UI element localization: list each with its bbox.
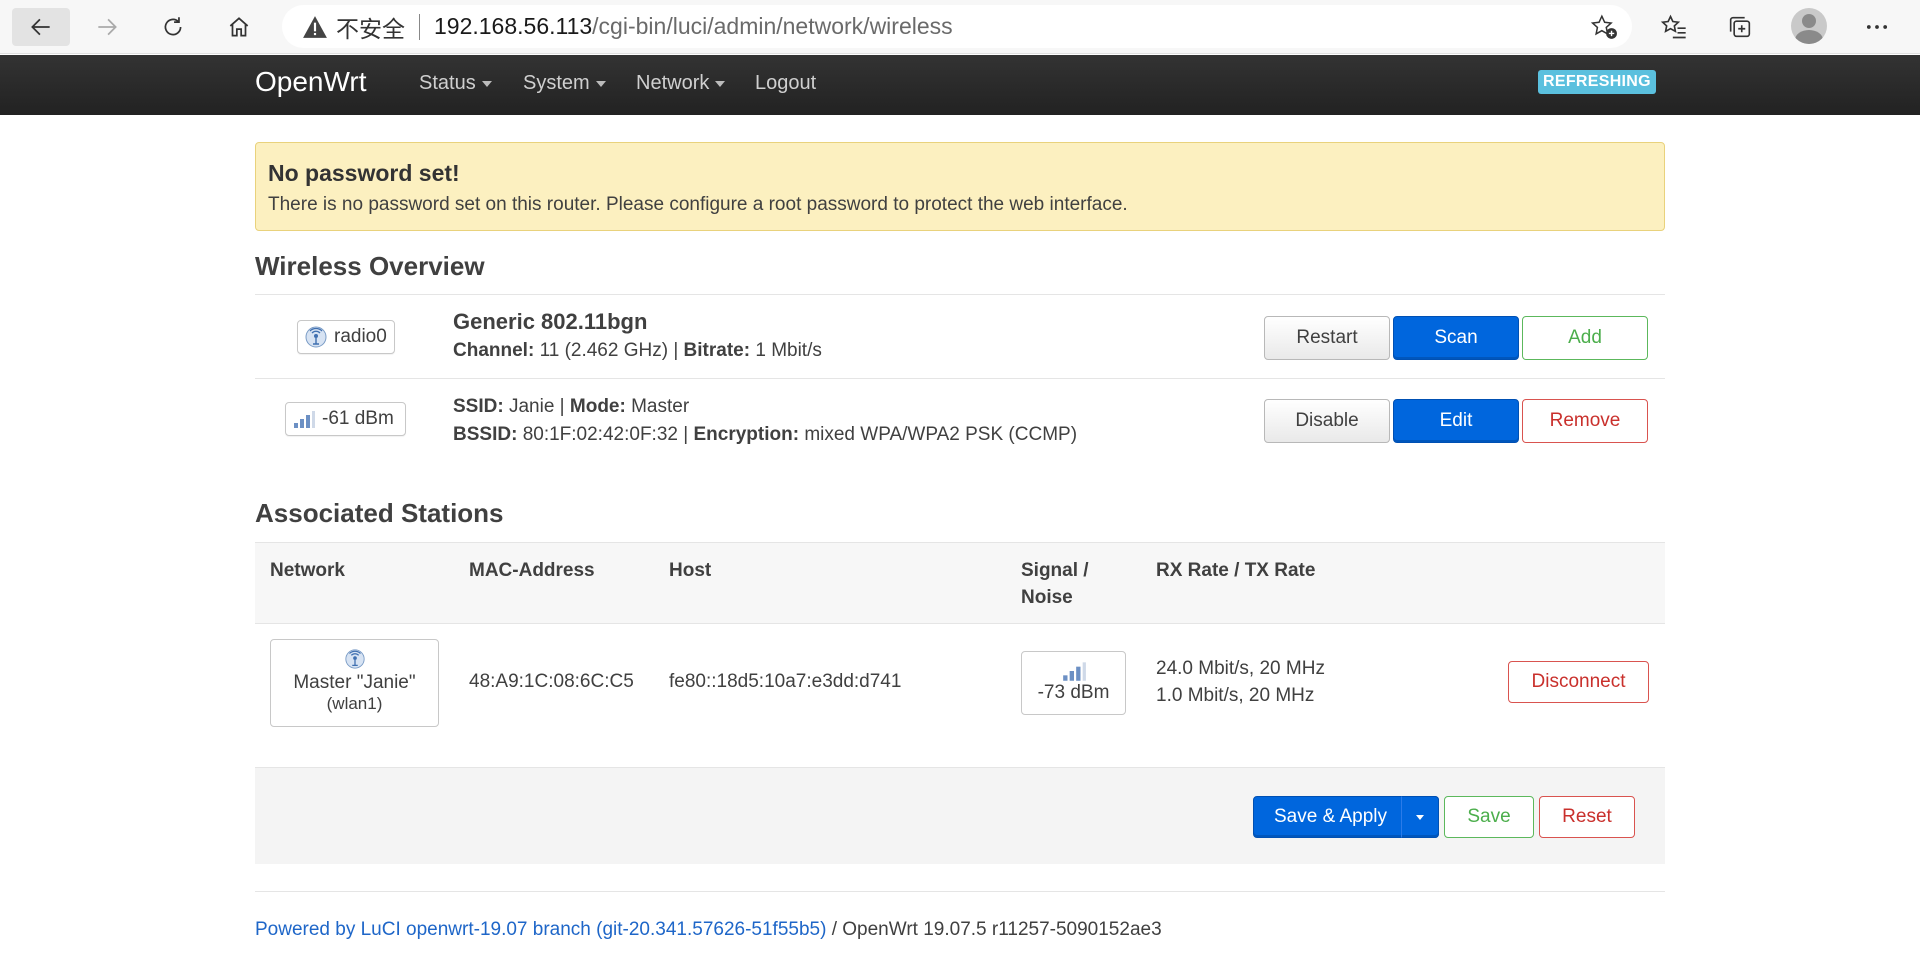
add-button[interactable]: Add [1522, 316, 1648, 360]
station-interface: (wlan1) [326, 694, 383, 713]
caret-down-icon [715, 80, 726, 87]
brand-logo[interactable]: OpenWrt [255, 66, 367, 98]
column-network: Network [270, 560, 345, 581]
forward-button[interactable] [78, 8, 136, 46]
wifi-radio-icon [344, 649, 365, 669]
ssid-line: SSID: Janie | Mode: Master [453, 396, 690, 417]
mode-value: Master [631, 396, 690, 417]
menu-network[interactable]: Network [636, 72, 726, 95]
station-signal-label: -73 dBm [1037, 682, 1110, 703]
station-signal-badge: -73 dBm [1021, 651, 1126, 715]
insecure-label: 不安全 [336, 15, 405, 42]
station-host: fe80::18d5:10a7:e3dd:d741 [669, 671, 902, 692]
menu-status[interactable]: Status [419, 72, 492, 95]
caret-down-icon [1416, 814, 1424, 820]
reset-button[interactable]: Reset [1539, 796, 1635, 838]
radio-channel-line: Channel: 11 (2.462 GHz) | Bitrate: 1 Mbi… [453, 340, 822, 361]
column-rx-tx-rate: RX Rate / TX Rate [1156, 560, 1316, 581]
bssid-value: 80:1F:02:42:0F:32 [522, 424, 678, 445]
network-signal-badge: -61 dBm [285, 402, 406, 436]
remove-button[interactable]: Remove [1522, 399, 1648, 443]
save-apply-dropdown[interactable] [1401, 796, 1439, 838]
top-navbar: OpenWrt Status System Network Logout REF… [0, 55, 1920, 115]
wifi-radio-icon [305, 326, 327, 348]
bssid-line: BSSID: 80:1F:02:42:0F:32 | Encryption: m… [453, 424, 1078, 445]
ssid-value: Janie [508, 396, 555, 417]
form-actions-bar: Save & Apply Save Reset [255, 767, 1665, 864]
caret-down-icon [481, 80, 492, 87]
reload-button[interactable] [144, 8, 202, 46]
channel-value: 11 (2.462 GHz) [539, 340, 669, 361]
divider [255, 891, 1665, 892]
address-separator [419, 13, 420, 40]
address-bar[interactable]: 不安全 192.168.56.113/cgi-bin/luci/admin/ne… [282, 5, 1632, 48]
favorites-icon[interactable] [1659, 12, 1689, 42]
more-menu-icon[interactable] [1862, 12, 1892, 42]
scan-button[interactable]: Scan [1393, 316, 1519, 360]
station-network-name: Master "Janie" [293, 672, 416, 693]
home-button[interactable] [210, 8, 268, 46]
signal-strength-icon [1062, 662, 1086, 681]
column-signal-noise: Signal / Noise [1021, 560, 1089, 608]
luci-link[interactable]: Powered by LuCI openwrt-19.07 branch (gi… [255, 919, 826, 940]
profile-avatar[interactable] [1791, 8, 1827, 44]
url-host: 192.168.56.113 [434, 13, 593, 39]
bitrate-label: Bitrate: [683, 340, 751, 361]
refreshing-badge[interactable]: REFRESHING [1538, 70, 1656, 94]
bitrate-value: 1 Mbit/s [755, 340, 822, 361]
collections-icon[interactable] [1725, 12, 1755, 42]
associated-stations-title: Associated Stations [255, 498, 504, 528]
disconnect-button[interactable]: Disconnect [1508, 661, 1649, 703]
browser-toolbar: 不安全 192.168.56.113/cgi-bin/luci/admin/ne… [0, 0, 1920, 54]
divider [255, 378, 1665, 379]
back-button[interactable] [12, 8, 70, 46]
no-password-alert: No password set! There is no password se… [255, 142, 1665, 231]
radio-badge: radio0 [297, 320, 395, 354]
back-arrow-icon [31, 18, 50, 36]
menu-logout[interactable]: Logout [755, 72, 816, 95]
stations-table-header: Network MAC-Address Host Signal / Noise … [255, 542, 1665, 624]
save-apply-label: Save & Apply [1274, 806, 1388, 827]
save-button[interactable]: Save [1444, 796, 1534, 838]
caret-down-icon [595, 80, 606, 87]
menu-system-label: System [523, 72, 590, 94]
home-icon [229, 17, 249, 37]
column-host: Host [669, 560, 712, 581]
column-mac-address: MAC-Address [469, 560, 595, 581]
mode-label: Mode: [569, 396, 626, 417]
disable-button[interactable]: Disable [1264, 399, 1390, 443]
bssid-label: BSSID: [453, 424, 518, 445]
menu-system[interactable]: System [523, 72, 606, 95]
footer: Powered by LuCI openwrt-19.07 branch (gi… [255, 919, 1162, 941]
menu-network-label: Network [636, 72, 710, 94]
restart-button[interactable]: Restart [1264, 316, 1390, 360]
menu-status-label: Status [419, 72, 476, 94]
signal-strength-icon [294, 411, 315, 428]
channel-label: Channel: [453, 340, 535, 361]
network-signal-label: -61 dBm [322, 408, 394, 429]
ssid-label: SSID: [453, 396, 504, 417]
encryption-label: Encryption: [693, 424, 800, 445]
radio-badge-label: radio0 [334, 326, 387, 347]
warning-triangle-icon [303, 15, 327, 38]
reload-icon [164, 17, 182, 36]
edit-button[interactable]: Edit [1393, 399, 1519, 443]
encryption-value: mixed WPA/WPA2 PSK (CCMP) [804, 424, 1078, 445]
station-rx-rate: 24.0 Mbit/s, 20 MHz [1156, 658, 1325, 679]
divider [255, 294, 1665, 295]
wireless-overview-title: Wireless Overview [255, 251, 485, 281]
add-favorite-star-icon[interactable] [1590, 14, 1618, 40]
station-mac: 48:A9:1C:08:6C:C5 [469, 671, 634, 692]
url-path: /cgi-bin/luci/admin/network/wireless [592, 13, 953, 39]
alert-title: No password set! [268, 160, 460, 186]
radio-device-name: Generic 802.11bgn [453, 309, 648, 334]
station-network-badge: Master "Janie" (wlan1) [270, 639, 439, 727]
alert-text: There is no password set on this router.… [268, 194, 1128, 215]
forward-arrow-icon [98, 18, 117, 36]
station-tx-rate: 1.0 Mbit/s, 20 MHz [1156, 685, 1315, 706]
openwrt-version: / OpenWrt 19.07.5 r11257-5090152ae3 [826, 919, 1162, 940]
